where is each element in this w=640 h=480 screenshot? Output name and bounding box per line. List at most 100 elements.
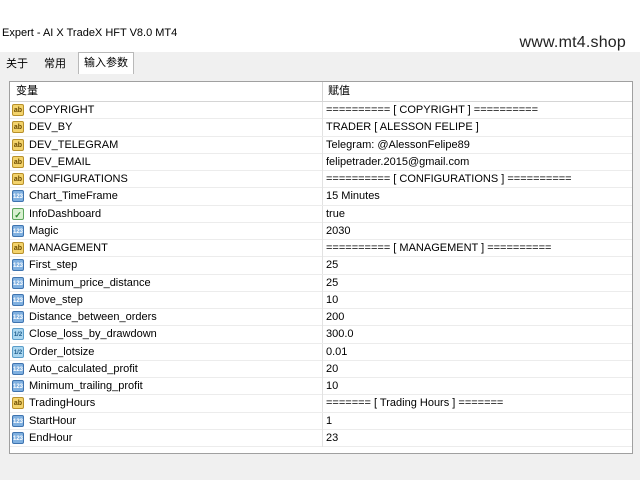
cell-divider bbox=[322, 188, 323, 206]
table-row[interactable]: ab MANAGEMENT ========== [ MANAGEMENT ] ==… bbox=[10, 240, 632, 258]
cell-divider bbox=[322, 153, 323, 171]
cell-divider bbox=[322, 291, 323, 309]
string-icon: ab bbox=[12, 155, 24, 168]
table-row[interactable]: ✓ InfoDashboard true bbox=[10, 205, 632, 223]
watermark-text: www.mt4.shop bbox=[519, 34, 626, 51]
cell-divider bbox=[322, 309, 323, 326]
parameter-value[interactable]: 10 bbox=[326, 292, 338, 309]
parameter-name: DEV_BY bbox=[29, 121, 73, 134]
parameter-value[interactable]: 25 bbox=[326, 275, 338, 292]
cell-divider bbox=[322, 360, 323, 378]
double-icon: 1/2 bbox=[12, 328, 24, 341]
parameter-name: Close_loss_by_drawdown bbox=[29, 328, 157, 341]
string-icon: ab bbox=[12, 121, 24, 134]
table-row[interactable]: 123 Magic 2030 bbox=[10, 222, 632, 240]
integer-icon: 123 bbox=[12, 293, 24, 306]
integer-icon: 123 bbox=[12, 380, 24, 392]
parameter-value[interactable]: 1 bbox=[326, 413, 332, 430]
string-icon: ab bbox=[12, 173, 24, 185]
cell-divider bbox=[322, 257, 323, 275]
parameter-value[interactable]: ========== [ CONFIGURATIONS ] ========== bbox=[326, 171, 572, 188]
string-icon: ab bbox=[12, 138, 24, 151]
integer-icon: 123 bbox=[12, 362, 24, 375]
cell-divider bbox=[322, 274, 323, 292]
table-row[interactable]: 123 Minimum_trailing_profit 10 bbox=[10, 378, 632, 396]
string-icon: ab bbox=[12, 242, 24, 254]
string-icon: ab bbox=[12, 104, 24, 116]
parameter-name: TradingHours bbox=[29, 397, 96, 410]
parameter-value[interactable]: 10 bbox=[326, 378, 338, 395]
table-row[interactable]: 123 First_step 25 bbox=[10, 257, 632, 275]
table-row[interactable]: ab TradingHours ======= [ Trading Hours ] … bbox=[10, 395, 632, 413]
cell-divider bbox=[322, 205, 323, 223]
column-header-value[interactable]: 赋值 bbox=[328, 82, 350, 101]
cell-divider bbox=[322, 171, 323, 188]
table-row[interactable]: ab DEV_BY TRADER [ ALESSON FELIPE ] bbox=[10, 119, 632, 137]
table-row[interactable]: 123 Distance_between_orders 200 bbox=[10, 309, 632, 327]
parameter-name: StartHour bbox=[29, 414, 77, 427]
parameter-value[interactable]: 300.0 bbox=[326, 326, 354, 343]
integer-icon: 123 bbox=[12, 431, 24, 444]
column-divider[interactable] bbox=[322, 82, 323, 101]
table-row[interactable]: 123 Move_step 10 bbox=[10, 291, 632, 309]
parameter-name: InfoDashboard bbox=[29, 207, 102, 220]
cell-divider bbox=[322, 326, 323, 344]
cell-divider bbox=[322, 102, 323, 119]
parameter-value[interactable]: TRADER [ ALESSON FELIPE ] bbox=[326, 119, 479, 136]
parameter-value[interactable]: 25 bbox=[326, 257, 338, 274]
table-row[interactable]: 123 Chart_TimeFrame 15 Minutes bbox=[10, 188, 632, 206]
parameter-value[interactable]: Telegram: @AlessonFelipe89 bbox=[326, 137, 470, 154]
table-row[interactable]: ab COPYRIGHT ========== [ COPYRIGHT ] ====… bbox=[10, 102, 632, 120]
parameter-value[interactable]: 200 bbox=[326, 309, 344, 326]
parameter-name: First_step bbox=[29, 259, 78, 272]
cell-divider bbox=[322, 378, 323, 395]
tab-common[interactable]: 常用 bbox=[38, 55, 72, 73]
parameter-name: MANAGEMENT bbox=[29, 242, 108, 254]
parameter-name: Minimum_trailing_profit bbox=[29, 380, 143, 392]
tab-inputs[interactable]: 输入参数 bbox=[78, 52, 134, 74]
parameter-value[interactable]: ========== [ MANAGEMENT ] ========== bbox=[326, 240, 551, 257]
cell-divider bbox=[322, 343, 323, 361]
string-icon: ab bbox=[12, 397, 24, 410]
parameter-name: Magic bbox=[29, 224, 59, 237]
cell-divider bbox=[322, 412, 323, 430]
parameter-value[interactable]: 2030 bbox=[326, 223, 350, 240]
window-title: Expert - AI X TradeX HFT V8.0 MT4 bbox=[2, 27, 178, 39]
table-row[interactable]: 123 StartHour 1 bbox=[10, 412, 632, 430]
cell-divider bbox=[322, 119, 323, 137]
parameter-name: Minimum_price_distance bbox=[29, 276, 151, 289]
cell-divider bbox=[322, 136, 323, 154]
tab-bar: 关于 常用 输入参数 bbox=[0, 52, 640, 74]
integer-icon: 123 bbox=[12, 190, 24, 203]
table-row[interactable]: ab DEV_TELEGRAM Telegram: @AlessonFelipe89 bbox=[10, 136, 632, 154]
parameter-name: CONFIGURATIONS bbox=[29, 173, 128, 185]
table-row[interactable]: ab DEV_EMAIL felipetrader.2015@gmail.com bbox=[10, 153, 632, 171]
parameter-value[interactable]: felipetrader.2015@gmail.com bbox=[326, 154, 469, 171]
integer-icon: 123 bbox=[12, 224, 24, 237]
table-row[interactable]: 1/2 Order_lotsize 0.01 bbox=[10, 343, 632, 361]
parameter-value[interactable]: ======= [ Trading Hours ] ======= bbox=[326, 395, 503, 412]
integer-icon: 123 bbox=[12, 311, 24, 323]
cell-divider bbox=[322, 222, 323, 240]
tab-about[interactable]: 关于 bbox=[0, 55, 34, 73]
parameter-name: Move_step bbox=[29, 293, 83, 306]
parameter-value[interactable]: 20 bbox=[326, 361, 338, 378]
parameter-name: Auto_calculated_profit bbox=[29, 362, 138, 375]
parameter-value[interactable]: ========== [ COPYRIGHT ] ========== bbox=[326, 102, 538, 119]
parameter-value[interactable]: 15 Minutes bbox=[326, 188, 380, 205]
parameter-value[interactable]: 0.01 bbox=[326, 344, 347, 361]
bool-icon: ✓ bbox=[12, 207, 24, 220]
table-row[interactable]: ab CONFIGURATIONS ========== [ CONFIGURATI… bbox=[10, 171, 632, 189]
parameter-name: Distance_between_orders bbox=[29, 311, 157, 323]
parameter-name: EndHour bbox=[29, 431, 73, 444]
parameter-name: DEV_EMAIL bbox=[29, 155, 91, 168]
cell-divider bbox=[322, 395, 323, 413]
table-row[interactable]: 123 Auto_calculated_profit 20 bbox=[10, 360, 632, 378]
table-row[interactable]: 123 Minimum_price_distance 25 bbox=[10, 274, 632, 292]
table-row[interactable]: 1/2 Close_loss_by_drawdown 300.0 bbox=[10, 326, 632, 344]
inputs-table: 变量 赋值 ab COPYRIGHT ========== [ COPYRIGHT … bbox=[9, 81, 633, 454]
table-row[interactable]: 123 EndHour 23 bbox=[10, 429, 632, 447]
parameter-value[interactable]: 23 bbox=[326, 430, 338, 447]
parameter-value[interactable]: true bbox=[326, 206, 345, 223]
column-header-variable[interactable]: 变量 bbox=[16, 82, 38, 101]
